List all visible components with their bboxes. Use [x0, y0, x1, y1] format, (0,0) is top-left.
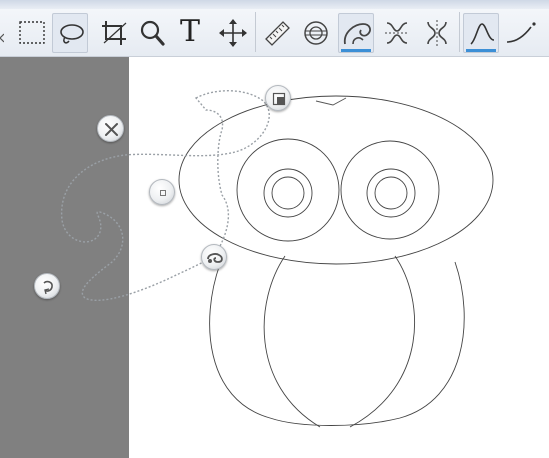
warp-icon	[207, 253, 223, 263]
rotate-icon	[43, 280, 53, 295]
close-icon	[105, 123, 118, 136]
owl-drawing	[60, 90, 494, 428]
transform-handle[interactable]	[201, 244, 227, 270]
close-handle[interactable]	[97, 115, 124, 142]
resize-corner-icon	[272, 92, 286, 106]
square-dot-icon	[160, 190, 166, 196]
rotate-handle[interactable]	[34, 273, 60, 299]
resize-handle[interactable]	[265, 85, 291, 111]
anchor-handle[interactable]	[149, 179, 175, 205]
